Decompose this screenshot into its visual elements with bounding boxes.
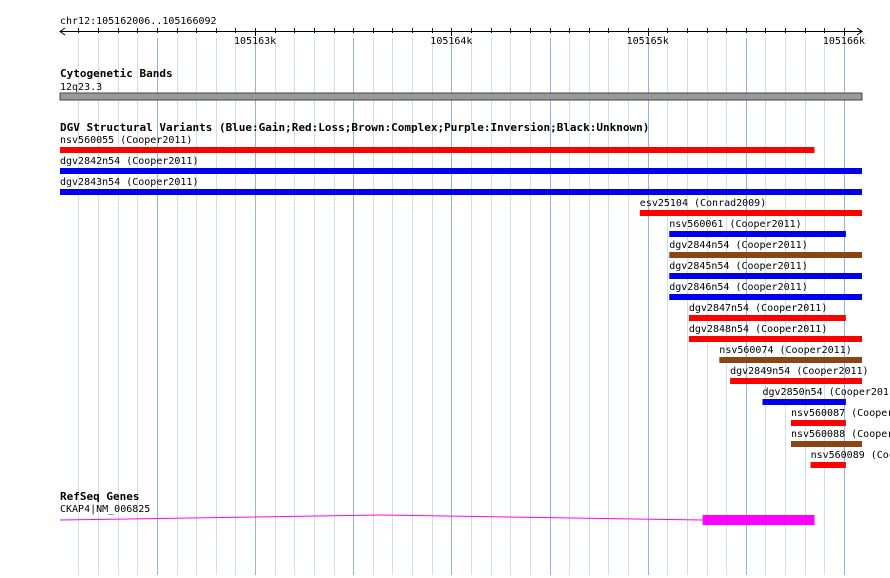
genome-browser: chr12:105162006..105166092 105163k 105164… [0,0,890,575]
position-ruler: 105163k 105164k 105165k 105166k [59,27,865,47]
sv-feature-bar[interactable] [688,336,862,342]
refseq-track-title: RefSeq Genes [60,490,139,503]
sv-feature-bar[interactable] [639,210,862,216]
sv-feature-bar[interactable] [669,273,862,279]
sv-feature-label: esv25104 (Conrad2009) [640,198,766,209]
gene-exon-block[interactable] [702,515,815,525]
sv-feature-label: nsv560089 (Cooper2011) [811,450,890,461]
refseq-gene-model[interactable] [59,514,815,525]
genome-browser-canvas: chr12:105162006..105166092 105163k 105164… [59,16,890,575]
ruler-tick-label: 105164k [430,36,472,47]
sv-feature-bar[interactable] [790,441,862,447]
sv-feature-bar[interactable] [790,420,846,426]
refseq-gene-label: CKAP4|NM_006825 [60,504,150,515]
sv-feature-bar[interactable] [669,252,862,258]
sv-feature-bar[interactable] [719,357,862,363]
sv-feature-label: dgv2848n54 (Cooper2011) [689,324,827,335]
sv-feature-label: dgv2850n54 (Cooper2011) [762,387,890,398]
sv-feature-label: dgv2842n54 (Cooper2011) [60,156,198,167]
ruler-tick-label: 105163k [234,36,276,47]
sv-feature-label: dgv2846n54 (Cooper2011) [669,282,807,293]
sv-feature-bar[interactable] [810,462,846,468]
sv-feature-bar[interactable] [762,399,846,405]
sv-feature-label: nsv560088 (Cooper2011) [791,429,890,440]
ruler-tick-label: 105165k [627,36,669,47]
sv-feature-label: dgv2843n54 (Cooper2011) [60,177,198,188]
sv-feature-bar[interactable] [60,189,862,195]
sv-feature-label: nsv560055 (Cooper2011) [60,135,192,146]
sv-feature-bar[interactable] [60,147,815,153]
sv-feature-label: dgv2847n54 (Cooper2011) [689,303,827,314]
sv-feature-label: nsv560061 (Cooper2011) [669,219,801,230]
sv-feature-bar[interactable] [669,231,846,237]
sv-feature-label: dgv2845n54 (Cooper2011) [669,261,807,272]
ruler-tick-label: 105166k [823,36,865,47]
gene-intron-line [59,514,703,521]
cytoband-track-title: Cytogenetic Bands [60,67,173,80]
sv-feature-bar[interactable] [730,378,862,384]
locus-label: chr12:105162006..105166092 [60,16,217,27]
sv-feature-label: dgv2844n54 (Cooper2011) [669,240,807,251]
sv-feature-label: nsv560074 (Cooper2011) [719,345,851,356]
cytoband-label: 12q23.3 [60,82,102,93]
cytoband-bar[interactable] [59,92,863,101]
sv-feature-bar[interactable] [688,315,846,321]
sv-feature-bar[interactable] [669,294,862,300]
sv-feature-label: nsv560087 (Cooper2011) [791,408,890,419]
sv-feature-bar[interactable] [60,168,862,174]
dgv-track-title: DGV Structural Variants (Blue:Gain;Red:L… [60,121,649,134]
sv-feature-label: dgv2849n54 (Cooper2011) [730,366,868,377]
